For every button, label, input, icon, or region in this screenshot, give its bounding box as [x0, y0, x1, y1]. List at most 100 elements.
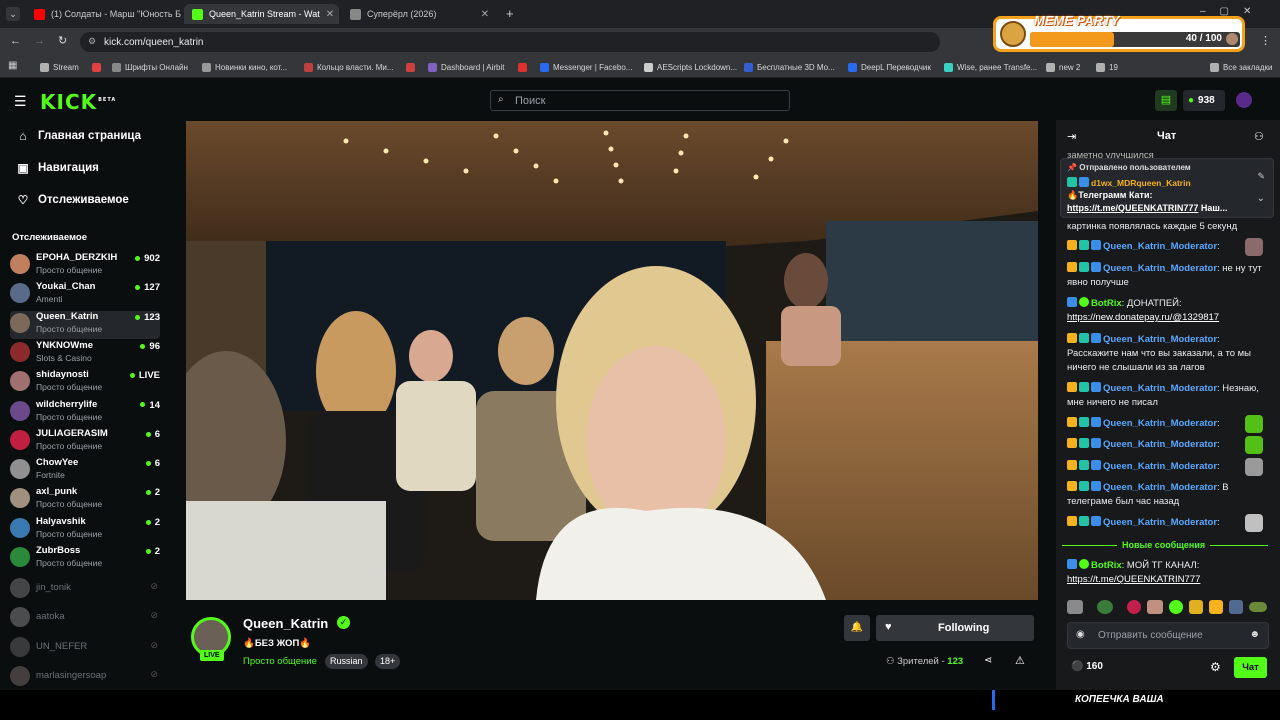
following-channel[interactable]: Youkai_Chan Amenti 127 [10, 281, 160, 309]
share-icon[interactable]: ⋖ [984, 655, 992, 666]
bookmark-item[interactable]: Messenger | Facebo... [540, 60, 632, 74]
kick-points-button[interactable]: ● 938 [1183, 90, 1225, 111]
channel-category: Просто общение [36, 323, 103, 334]
bookmark-item[interactable]: 19 [1096, 60, 1118, 74]
following-channel[interactable]: YNKNOWme Slots & Casino 96 [10, 340, 160, 368]
browser-tab[interactable]: Queen_Katrin Stream - Wat ✕ [184, 4, 339, 24]
video-player[interactable] [186, 121, 1038, 600]
following-channel[interactable]: ChowYee Fortnite 6 [10, 457, 160, 485]
bookmark-item[interactable]: Dashboard | Airbit [428, 60, 504, 74]
chat-user[interactable]: Queen_Katrin_Moderator [1103, 439, 1217, 450]
stream-category[interactable]: Просто общение [243, 656, 317, 667]
sidebar-nav-item[interactable]: ♡ Отслеживаемое [16, 190, 129, 210]
chat-user[interactable]: BotRix [1091, 560, 1122, 571]
pinned-link[interactable]: https://t.me/QUEENKATRIN777 [1067, 203, 1198, 213]
channel-name[interactable]: Queen_Katrin [243, 616, 328, 631]
follow-button[interactable]: ♥ Following [876, 615, 1034, 641]
search-input[interactable]: Поиск [490, 90, 790, 111]
new-tab-icon[interactable]: + [506, 6, 514, 21]
kick-logo[interactable]: KICKBETA [40, 90, 116, 114]
browser-menu-icon[interactable]: ⋮ [1260, 34, 1271, 47]
bookmark-item[interactable] [92, 60, 105, 74]
following-channel[interactable]: Queen_Katrin Просто общение 123 [10, 310, 160, 339]
chat-user[interactable]: Queen_Katrin_Moderator [1103, 334, 1217, 345]
browser-tab[interactable]: (1) Солдаты - Марш "Юность Б✕ [26, 4, 181, 24]
chat-user[interactable]: Queen_Katrin_Moderator [1103, 482, 1217, 493]
chat-user[interactable]: BotRix [1091, 298, 1122, 309]
tag-age[interactable]: 18+ [375, 654, 401, 669]
bookmark-item[interactable]: Бесплатные 3D Мо... [744, 60, 835, 74]
bookmark-item[interactable]: AEScripts Lockdown... [644, 60, 737, 74]
chat-input[interactable]: ◉ Отправить сообщение ☻ [1067, 622, 1269, 649]
pinned-user[interactable]: d1wx_MDRqueen_Katrin [1091, 178, 1191, 188]
browser-tab[interactable]: Суперёрл (2026) ✕ [342, 4, 497, 24]
following-channel-offline[interactable]: aatoka ⊘ [10, 605, 160, 633]
following-channel[interactable]: Halyavshik Просто общение 2 [10, 516, 160, 544]
tab-search-icon[interactable]: ⌄ [6, 7, 20, 21]
emote-sword-icon[interactable] [1229, 600, 1243, 614]
emote-dog-icon[interactable] [1189, 600, 1203, 614]
chat-user[interactable]: Queen_Katrin_Moderator [1103, 241, 1217, 252]
expand-pinned-icon[interactable]: ⌄ [1257, 193, 1265, 204]
following-channel[interactable]: axl_punk Просто общение 2 [10, 486, 160, 514]
following-channel-offline[interactable]: jin_tonik ⊘ [10, 576, 160, 604]
home-icon: ⌂ [19, 129, 27, 143]
meme-progress-track: 40 / 100 [1030, 32, 1240, 47]
bookmark-item[interactable]: Wise, ранее Transfe... [944, 60, 1037, 74]
following-channel-offline[interactable]: marlasingersoap ⊘ [10, 664, 160, 692]
bookmark-item[interactable]: Stream [40, 60, 79, 74]
emote-fish-icon[interactable] [1249, 602, 1267, 612]
chat-user[interactable]: Queen_Katrin_Moderator [1103, 383, 1217, 394]
chat-gear-icon[interactable]: ⚙ [1210, 660, 1221, 674]
tab-close-icon[interactable]: ✕ [475, 9, 489, 20]
following-channel[interactable]: JULIAGERASIM Просто общение 6 [10, 428, 160, 456]
hamburger-menu-icon[interactable]: ☰ [14, 93, 27, 110]
creator-dashboard-icon[interactable]: ▤ [1155, 90, 1177, 111]
bookmark-item[interactable]: Шрифты Онлайн [112, 60, 188, 74]
tab-close-icon[interactable]: ✕ [320, 9, 334, 20]
collapse-chat-icon[interactable]: ⇥ [1067, 130, 1076, 143]
sidebar-nav-item[interactable]: ⌂ Главная страница [16, 126, 141, 146]
following-channel[interactable]: shidaynosti Просто общение LIVE [10, 369, 160, 397]
emoji-picker-icon[interactable]: ☻ [1249, 629, 1260, 640]
following-channel[interactable]: ZubrBoss Просто общение 2 [10, 545, 160, 573]
notification-bell-icon[interactable]: 🔔 [844, 615, 870, 641]
reload-icon[interactable]: ↻ [58, 34, 67, 47]
tag-language[interactable]: Russian [325, 654, 368, 669]
following-channel-offline[interactable]: UN_NEFER ⊘ [10, 635, 160, 663]
report-icon[interactable]: ⚠ [1015, 654, 1025, 667]
sidebar-nav-item[interactable]: ▣ Навигация [16, 158, 99, 178]
url-field[interactable]: kick.com/queen_katrin [80, 32, 940, 52]
bookmark-item[interactable]: DeepL Переводчик [848, 60, 931, 74]
unpin-icon[interactable]: ✎ [1257, 171, 1265, 182]
chat-users-icon[interactable]: ⚇ [1254, 130, 1264, 143]
emote-cat-icon[interactable] [1067, 600, 1083, 614]
channel-points[interactable]: ⚫ 160 [1071, 661, 1103, 672]
following-channel[interactable]: EPOHA_DERZKIH Просто общение 902 [10, 252, 160, 280]
chat-link[interactable]: https://new.donatepay.ru/@1329817 [1067, 312, 1219, 323]
site-info-icon[interactable]: ⚙ [88, 36, 96, 47]
chat-settings-icon[interactable]: ◉ [1076, 629, 1085, 640]
chat-user[interactable]: Queen_Katrin_Moderator [1103, 517, 1217, 528]
user-avatar[interactable] [1236, 92, 1252, 108]
emote-blob-icon[interactable] [1169, 600, 1183, 614]
bookmark-item[interactable]: new 2 [1046, 60, 1080, 74]
bookmark-item[interactable] [518, 60, 531, 74]
emote-frog-icon[interactable] [1097, 600, 1113, 614]
chat-send-button[interactable]: Чат [1234, 657, 1267, 678]
back-arrow-icon[interactable]: ← [10, 35, 21, 47]
chat-user[interactable]: Queen_Katrin_Moderator [1103, 263, 1217, 274]
bookmark-item[interactable]: Новинки кино, кот... [202, 60, 287, 74]
apps-grid-icon[interactable]: ▦ [8, 60, 17, 71]
emote-crown-icon[interactable] [1209, 600, 1223, 614]
following-channel[interactable]: wildcherrylife Просто общение 14 [10, 399, 160, 427]
bookmark-item[interactable]: Все закладки [1210, 60, 1272, 74]
chat-user[interactable]: Queen_Katrin_Moderator [1103, 418, 1217, 429]
chat-link[interactable]: https://t.me/QUEENKATRIN777 [1067, 574, 1200, 585]
bookmark-item[interactable]: Кольцо власти. Ми... [304, 60, 394, 74]
emote-heart-icon[interactable] [1127, 600, 1141, 614]
chat-user[interactable]: Queen_Katrin_Moderator [1103, 461, 1217, 472]
emote-face-icon[interactable] [1147, 600, 1163, 614]
bookmark-item[interactable] [406, 60, 419, 74]
forward-arrow-icon[interactable]: → [34, 35, 45, 47]
